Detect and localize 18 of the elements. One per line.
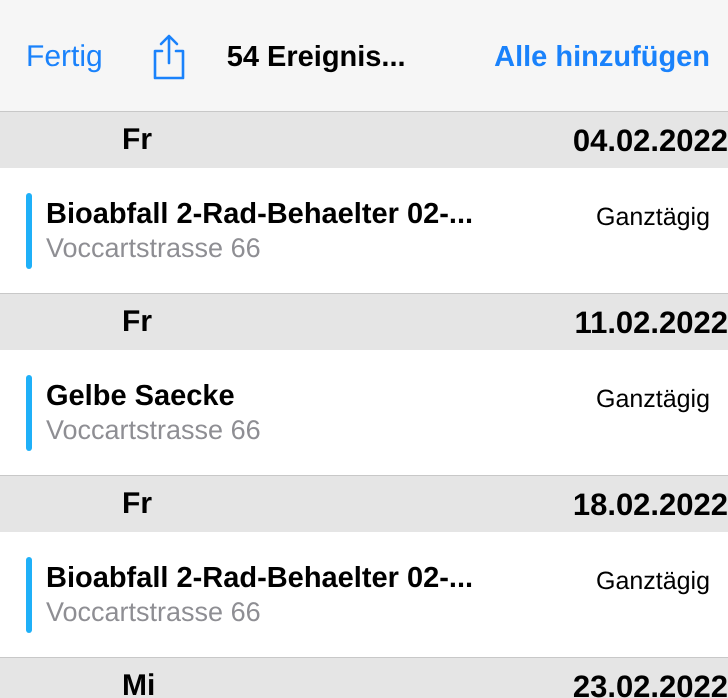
toolbar-title: 54 Ereignis... xyxy=(226,42,406,72)
event-title: Bioabfall 2-Rad-Behaelter 02-... xyxy=(46,564,474,592)
weekday-label: Fr xyxy=(122,489,152,519)
event-time: Ganztägig xyxy=(596,205,710,230)
date-label: 18.02.2022 xyxy=(572,488,728,520)
event-title: Bioabfall 2-Rad-Behaelter 02-... xyxy=(46,200,474,228)
weekday-label: Fr xyxy=(122,307,152,337)
event-location: Voccartstrasse 66 xyxy=(46,234,262,262)
weekday-label: Mi xyxy=(122,671,156,698)
event-location: Voccartstrasse 66 xyxy=(46,598,262,626)
event-location: Voccartstrasse 66 xyxy=(46,416,262,444)
weekday-label: Fr xyxy=(122,125,152,155)
event-time: Ganztägig xyxy=(596,387,710,412)
event-title: Gelbe Saecke xyxy=(46,382,236,410)
date-label: 23.02.2022 xyxy=(572,670,728,698)
date-label: 04.02.2022 xyxy=(572,124,728,156)
date-label: 11.02.2022 xyxy=(574,306,728,338)
event-time: Ganztägig xyxy=(596,569,710,594)
